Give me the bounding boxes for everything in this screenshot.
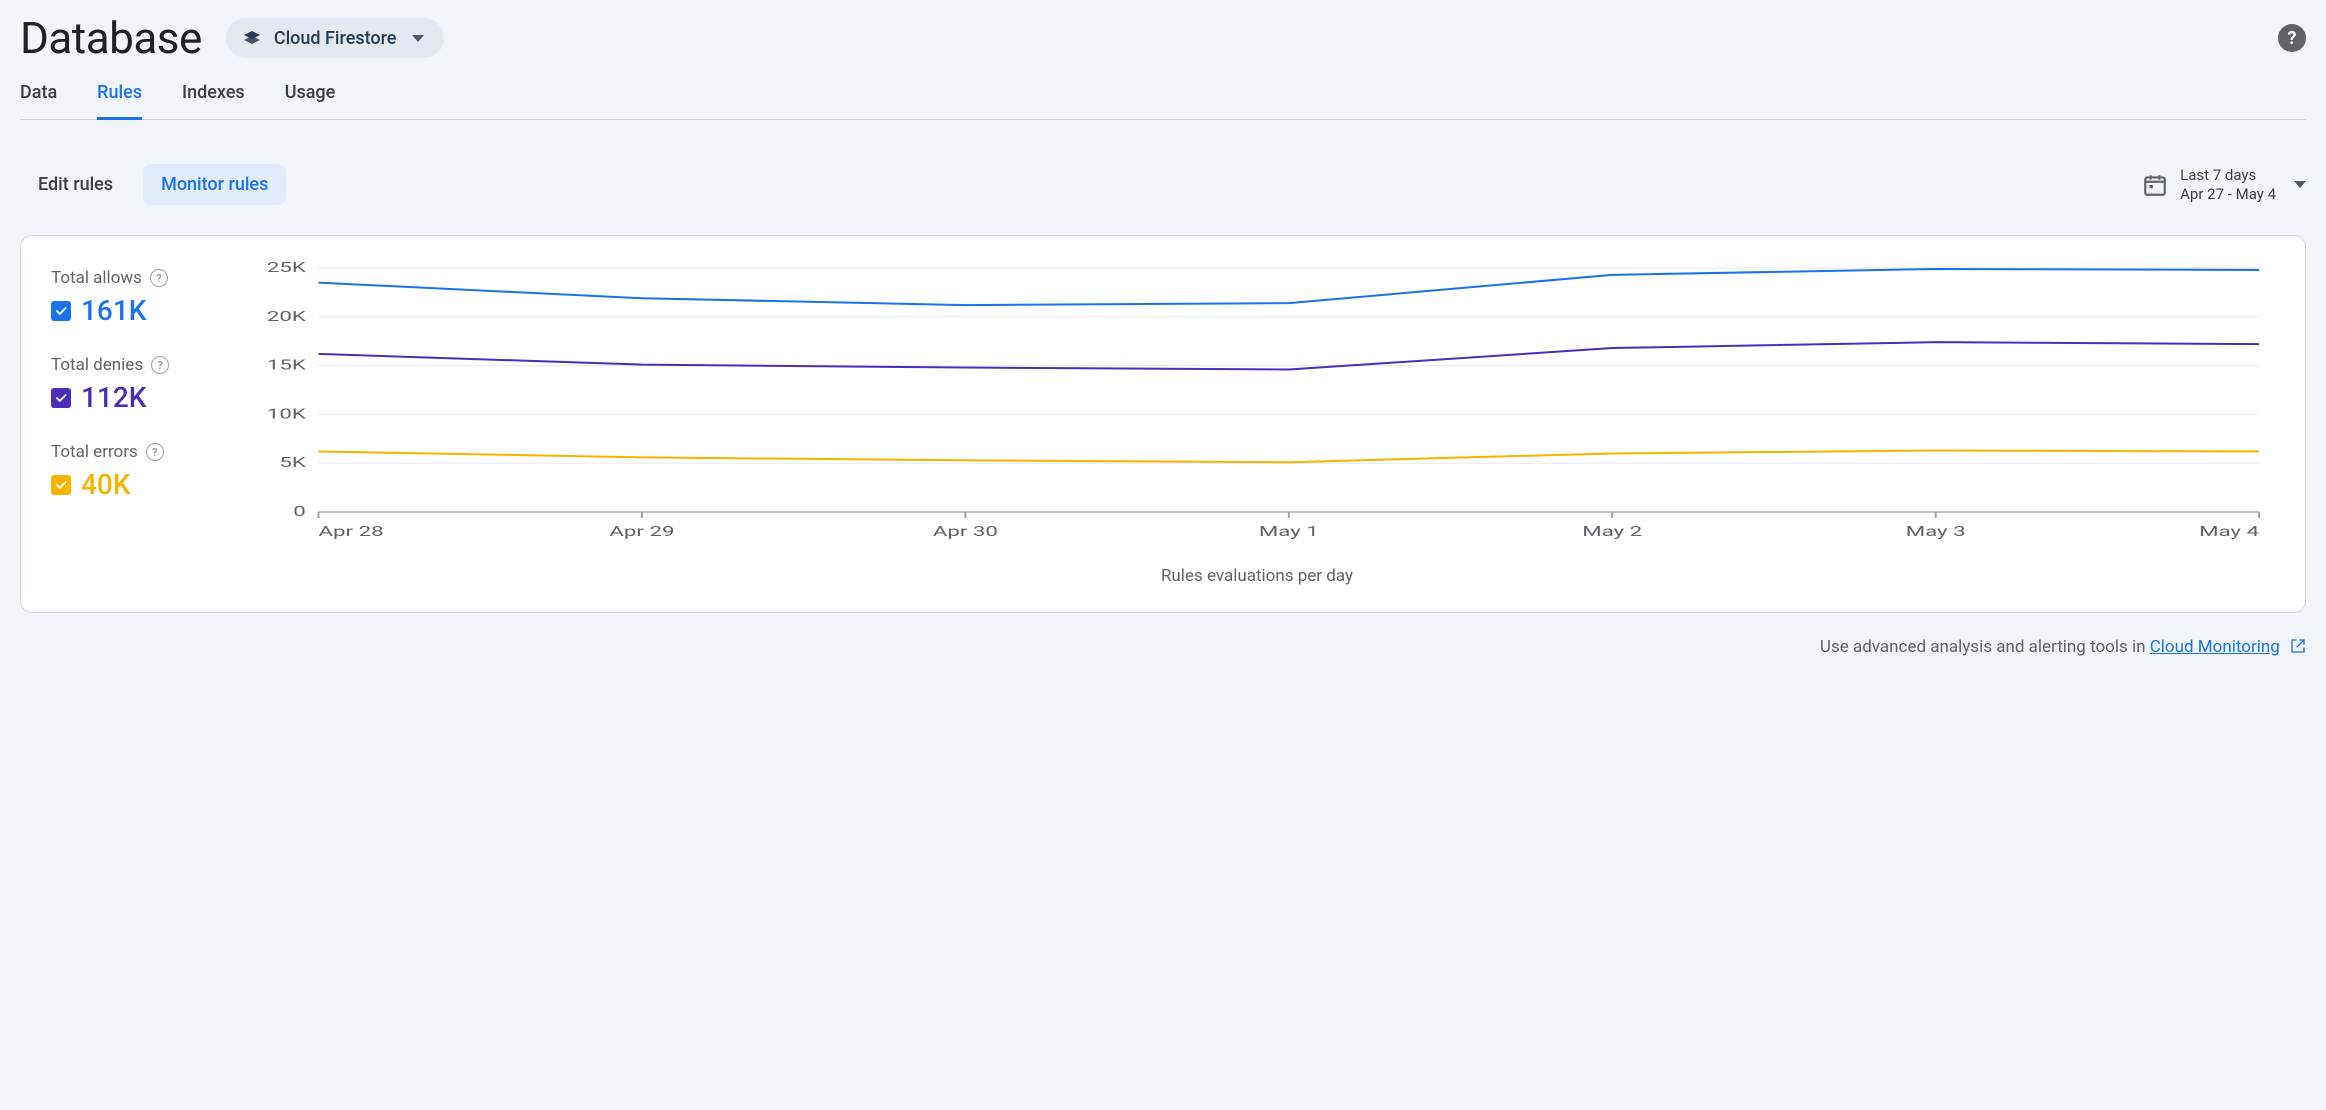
database-selector-label: Cloud Firestore	[274, 28, 397, 49]
chart-x-axis-label: Rules evaluations per day	[239, 566, 2275, 586]
tab-usage[interactable]: Usage	[285, 82, 336, 120]
y-tick-label: 0	[293, 503, 306, 520]
calendar-icon	[2142, 172, 2168, 198]
date-range-picker[interactable]: Last 7 days Apr 27 - May 4	[2142, 166, 2306, 204]
chart-series	[319, 269, 2260, 305]
x-tick-label: May 1	[1259, 523, 1319, 540]
legend-item-allows: Total allows ? 161K	[51, 268, 211, 327]
legend-errors-value: 40K	[81, 468, 131, 501]
legend-allows-label: Total allows	[51, 268, 142, 288]
x-tick-label: May 3	[1906, 523, 1966, 540]
external-link-icon	[2290, 638, 2306, 659]
x-tick-label: Apr 28	[319, 523, 384, 540]
help-icon[interactable]: ?	[151, 356, 169, 374]
chevron-down-icon	[412, 35, 424, 42]
rules-evaluations-chart: 0 5K 10K 15K 20K 25K Apr 28 Apr 29 Apr 30 May 1 M…	[239, 262, 2275, 552]
legend-denies-value: 112K	[81, 381, 146, 414]
legend-item-errors: Total errors ? 40K	[51, 442, 211, 501]
x-tick-label: May 4	[2199, 523, 2260, 540]
legend-allows-checkbox[interactable]	[51, 301, 71, 321]
monitor-rules-card: Total allows ? 161K Total denies ?	[20, 235, 2306, 613]
help-icon[interactable]: ?	[146, 443, 164, 461]
legend-denies-label: Total denies	[51, 355, 143, 375]
chart-legend: Total allows ? 161K Total denies ?	[51, 262, 211, 586]
y-tick-label: 15K	[267, 357, 306, 374]
database-selector-dropdown[interactable]: Cloud Firestore	[226, 18, 445, 58]
help-icon[interactable]: ?	[150, 269, 168, 287]
main-tabs: Data Rules Indexes Usage	[20, 82, 2306, 120]
legend-errors-label: Total errors	[51, 442, 138, 462]
footer-hint-text: Use advanced analysis and alerting tools…	[1820, 637, 2150, 657]
y-tick-label: 10K	[267, 406, 306, 423]
legend-allows-value: 161K	[81, 294, 146, 327]
x-tick-label: Apr 29	[609, 523, 674, 540]
footer-hint: Use advanced analysis and alerting tools…	[20, 637, 2306, 659]
legend-denies-checkbox[interactable]	[51, 388, 71, 408]
y-tick-label: 5K	[279, 454, 306, 471]
firestore-icon	[240, 26, 264, 50]
help-icon[interactable]: ?	[2278, 24, 2306, 52]
page-title: Database	[20, 12, 202, 64]
legend-item-denies: Total denies ? 112K	[51, 355, 211, 414]
date-range-label: Last 7 days	[2180, 166, 2276, 185]
legend-errors-checkbox[interactable]	[51, 475, 71, 495]
date-range-value: Apr 27 - May 4	[2180, 185, 2276, 204]
chart-series	[319, 451, 2260, 463]
x-tick-label: May 2	[1582, 523, 1642, 540]
tab-data[interactable]: Data	[20, 82, 57, 120]
x-tick-label: Apr 30	[933, 523, 998, 540]
subtab-monitor-rules[interactable]: Monitor rules	[143, 164, 286, 205]
tab-rules[interactable]: Rules	[97, 82, 142, 120]
chevron-down-icon	[2294, 181, 2306, 188]
y-tick-label: 20K	[267, 308, 306, 325]
tab-indexes[interactable]: Indexes	[182, 82, 245, 120]
cloud-monitoring-link[interactable]: Cloud Monitoring	[2150, 637, 2280, 657]
subtab-edit-rules[interactable]: Edit rules	[20, 164, 131, 205]
y-tick-label: 25K	[267, 262, 306, 276]
